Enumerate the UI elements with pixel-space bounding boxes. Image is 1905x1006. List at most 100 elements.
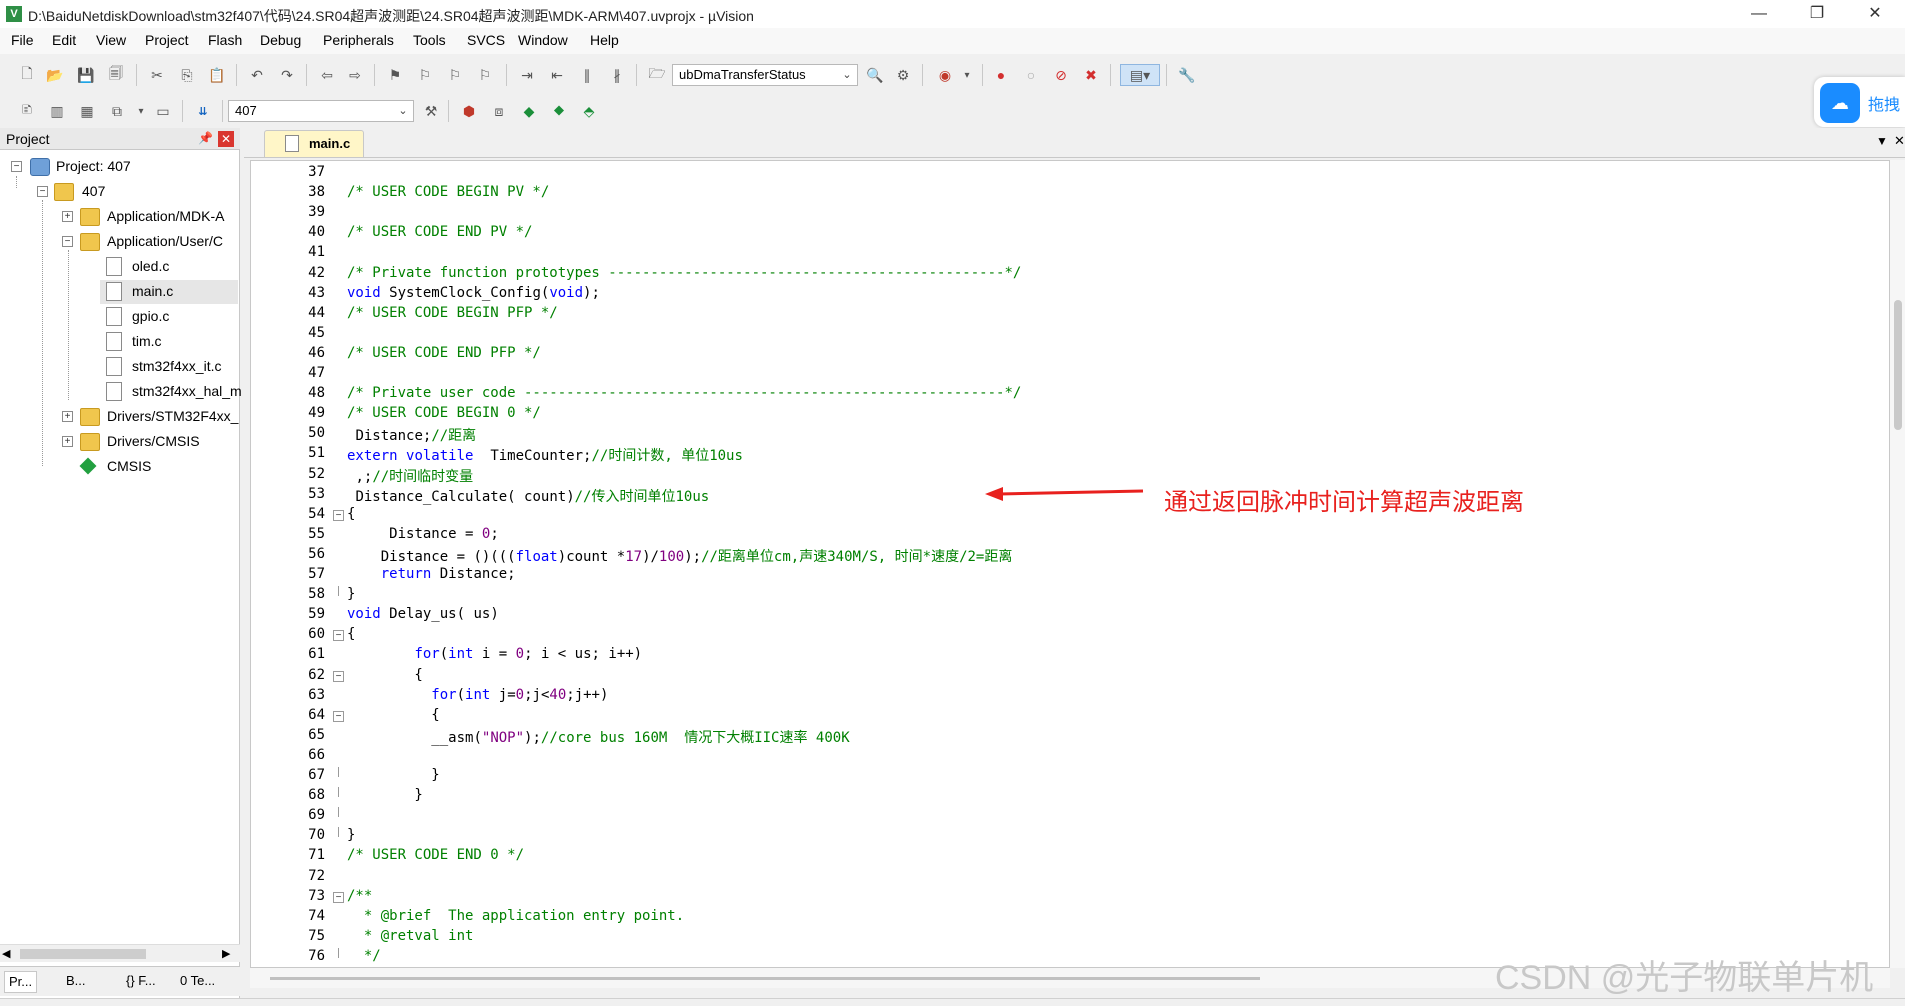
clear-bookmarks-icon[interactable]: ⚐	[474, 64, 496, 86]
editor-hscroll-thumb[interactable]	[270, 977, 1260, 980]
tree-item-file[interactable]: stm32f4xx_hal_m	[0, 380, 242, 404]
menu-debug[interactable]: Debug	[260, 32, 301, 48]
pin-icon[interactable]: 📌	[198, 131, 213, 145]
editor-vscroll-thumb[interactable]	[1894, 300, 1902, 430]
tree-item-file[interactable]: tim.c	[0, 330, 238, 354]
menu-file[interactable]: File	[11, 32, 34, 48]
tree-item-file[interactable]: stm32f4xx_it.c	[0, 355, 238, 379]
undo-icon[interactable]: ↶	[246, 64, 268, 86]
nav-forward-icon[interactable]: ⇨	[344, 64, 366, 86]
menu-tools[interactable]: Tools	[413, 32, 446, 48]
code-editor[interactable]: 37 38 /* USER CODE BEGIN PV */ 39 40 /* USER …	[250, 160, 1890, 968]
prev-bookmark-icon[interactable]: ⚐	[414, 64, 436, 86]
tree-item-group-user[interactable]: − Application/User/C	[0, 230, 238, 254]
chevron-down-icon[interactable]: ⌄	[395, 102, 411, 120]
find-in-files-icon[interactable]: 🗁	[646, 64, 668, 86]
tree-item-project-root[interactable]: − Project: 407	[0, 155, 238, 179]
find-combo[interactable]: ubDmaTransferStatus ⌄	[672, 64, 858, 86]
select-packs-icon[interactable]: ⯁	[548, 100, 570, 122]
paste-icon[interactable]: 📋	[206, 64, 228, 86]
unindent-icon[interactable]: ⇤	[546, 64, 568, 86]
next-bookmark-icon[interactable]: ⚐	[444, 64, 466, 86]
copy-icon[interactable]: ⎘	[176, 64, 198, 86]
editor-vscrollbar[interactable]	[1890, 160, 1905, 968]
fold-collapse-icon[interactable]: −	[333, 670, 344, 682]
download-icon[interactable]: ⇊	[192, 100, 214, 122]
save-all-icon[interactable]: 🗐	[105, 64, 127, 86]
menu-view[interactable]: View	[96, 32, 126, 48]
fold-collapse-icon[interactable]: −	[333, 630, 344, 642]
menu-peripherals[interactable]: Peripherals	[323, 32, 394, 48]
rebuild-icon[interactable]: ▦	[76, 100, 98, 122]
collapse-icon[interactable]: −	[37, 186, 48, 197]
nav-back-icon[interactable]: ⇦	[316, 64, 338, 86]
fold-collapse-icon[interactable]: −	[333, 710, 344, 722]
minimize-button[interactable]: —	[1730, 0, 1788, 28]
breakpoint-icon[interactable]: ●	[990, 64, 1012, 86]
batch-build-icon[interactable]: ⧉	[106, 100, 128, 122]
build-icon[interactable]: ▥	[46, 100, 68, 122]
project-hscrollbar[interactable]: ◀ ▶	[0, 944, 240, 962]
restore-button[interactable]: ❐	[1788, 0, 1846, 28]
tab-templates[interactable]: 0 Te...	[176, 971, 219, 993]
batch-dropdown-icon[interactable]: ▾	[130, 100, 152, 122]
baidu-netdisk-badge[interactable]: ☁ 拖拽	[1814, 77, 1905, 127]
scroll-right-icon[interactable]: ▶	[222, 947, 230, 960]
translate-icon[interactable]: 🗈	[16, 100, 38, 122]
menu-help[interactable]: Help	[590, 32, 619, 48]
tree-item-file-selected[interactable]: main.c	[100, 280, 238, 304]
target-combo[interactable]: 407 ⌄	[228, 100, 414, 122]
new-file-icon[interactable]: 🗋	[16, 64, 38, 86]
disable-breakpoint-icon[interactable]: ○	[1020, 64, 1042, 86]
debug-dropdown-icon[interactable]: ▾	[956, 64, 978, 86]
menu-flash[interactable]: Flash	[208, 32, 242, 48]
menu-svcs[interactable]: SVCS	[467, 32, 505, 48]
tab-list-icon[interactable]: ▼	[1876, 134, 1888, 148]
menu-edit[interactable]: Edit	[52, 32, 76, 48]
manage-project-items-icon[interactable]: ⬢	[458, 100, 480, 122]
tab-project[interactable]: Pr...	[4, 971, 38, 993]
tab-books[interactable]: B...	[62, 971, 90, 993]
kill-all-breakpoints-icon[interactable]: ✖	[1080, 64, 1102, 86]
cut-icon[interactable]: ✂	[146, 64, 168, 86]
multi-project-icon[interactable]: ⧈	[488, 100, 510, 122]
menu-window[interactable]: Window	[518, 32, 568, 48]
target-options-icon[interactable]: ⚒	[420, 100, 442, 122]
debug-session-icon[interactable]: ◉	[934, 64, 956, 86]
expand-icon[interactable]: +	[62, 436, 73, 447]
comment-icon[interactable]: ∥	[576, 64, 598, 86]
scroll-left-icon[interactable]: ◀	[2, 947, 10, 960]
tree-item-group-drivers-cmsis[interactable]: + Drivers/CMSIS	[0, 430, 238, 454]
menu-project[interactable]: Project	[145, 32, 189, 48]
pack-installer-icon[interactable]: ◆	[518, 100, 540, 122]
tree-item-target[interactable]: − 407	[0, 180, 238, 204]
tree-item-cmsis[interactable]: CMSIS	[0, 455, 238, 479]
close-button[interactable]: ✕	[1846, 0, 1904, 28]
incremental-find-icon[interactable]: ⚙	[892, 64, 914, 86]
expand-icon[interactable]: +	[62, 411, 73, 422]
indent-icon[interactable]: ⇥	[516, 64, 538, 86]
close-icon[interactable]: ✕	[218, 131, 234, 147]
tree-item-file[interactable]: oled.c	[0, 255, 238, 279]
uncomment-icon[interactable]: ∦	[606, 64, 628, 86]
stop-build-icon[interactable]: ▭	[152, 100, 174, 122]
collapse-icon[interactable]: −	[62, 236, 73, 247]
window-layout-icon[interactable]: ▤▾	[1120, 64, 1160, 86]
tab-functions[interactable]: {} F...	[122, 971, 160, 993]
fold-collapse-icon[interactable]: −	[333, 509, 344, 521]
save-icon[interactable]: 💾	[75, 64, 97, 86]
tree-item-file[interactable]: gpio.c	[0, 305, 238, 329]
close-tab-icon[interactable]: ✕	[1894, 133, 1905, 149]
tree-item-group-drivers-stm32[interactable]: + Drivers/STM32F4xx_	[0, 405, 238, 429]
bookmark-icon[interactable]: ⚑	[384, 64, 406, 86]
fold-collapse-icon[interactable]: −	[333, 891, 344, 903]
expand-icon[interactable]: +	[62, 211, 73, 222]
scroll-thumb[interactable]	[20, 949, 146, 959]
disable-all-breakpoints-icon[interactable]: ⊘	[1050, 64, 1072, 86]
tab-main-c[interactable]: main.c	[264, 130, 364, 157]
tree-item-group-mdk[interactable]: + Application/MDK-A	[0, 205, 238, 229]
configure-icon[interactable]: 🔧	[1176, 64, 1198, 86]
open-file-icon[interactable]: 📂	[44, 64, 66, 86]
manage-rte-icon[interactable]: ⬘	[578, 100, 600, 122]
redo-icon[interactable]: ↷	[276, 64, 298, 86]
